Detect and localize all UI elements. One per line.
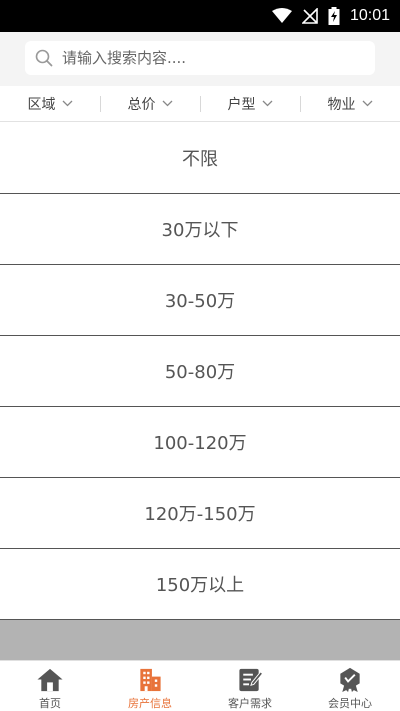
- tab-home-label: 首页: [39, 697, 61, 710]
- tab-property-info-label: 房产信息: [128, 697, 172, 710]
- home-icon: [37, 668, 63, 692]
- search-input[interactable]: [62, 49, 352, 67]
- building-icon: [140, 668, 161, 692]
- price-option-120-150[interactable]: 120万-150万: [0, 478, 400, 549]
- status-time: 10:01: [349, 7, 390, 24]
- search-area: [0, 32, 400, 86]
- chevron-down-icon: [162, 100, 172, 107]
- filter-property[interactable]: 物业: [300, 86, 400, 121]
- tab-member-center-label: 会员中心: [328, 697, 372, 710]
- tab-property-info[interactable]: 房产信息: [100, 661, 200, 711]
- tab-home[interactable]: 首页: [0, 661, 100, 711]
- price-option-over-150[interactable]: 150万以上: [0, 549, 400, 620]
- search-box[interactable]: [25, 41, 375, 75]
- filter-room-type[interactable]: 户型: [200, 86, 300, 121]
- battery-charging-icon: [328, 7, 340, 25]
- filter-property-label: 物业: [327, 96, 356, 113]
- tab-customer-needs[interactable]: 客户需求: [200, 661, 300, 711]
- filter-total-price[interactable]: 总价: [100, 86, 200, 121]
- filter-area-label: 区域: [27, 96, 56, 113]
- price-option-100-120[interactable]: 100-120万: [0, 407, 400, 478]
- wifi-icon: [271, 8, 292, 23]
- filter-total-price-label: 总价: [127, 96, 156, 113]
- price-option-30-50[interactable]: 30-50万: [0, 265, 400, 336]
- edit-note-icon: [239, 668, 264, 692]
- chevron-down-icon: [62, 100, 72, 107]
- price-option-any[interactable]: 不限: [0, 123, 400, 194]
- search-icon: [35, 49, 53, 67]
- price-option-under-30[interactable]: 30万以下: [0, 194, 400, 265]
- price-dropdown: 不限 30万以下 30-50万 50-80万 100-120万 120万-150…: [0, 123, 400, 620]
- status-icons: 10:01: [271, 5, 390, 27]
- tab-member-center[interactable]: 会员中心: [300, 661, 400, 711]
- filter-bar: 区域 总价 户型 物业: [0, 86, 400, 122]
- tab-customer-needs-label: 客户需求: [228, 697, 272, 710]
- member-badge-icon: [340, 667, 360, 693]
- status-bar: 10:01: [0, 0, 400, 32]
- bottom-tab-bar: 首页 房产信息 客户需求 会员中心: [0, 660, 400, 711]
- chevron-down-icon: [362, 100, 372, 107]
- price-option-50-80[interactable]: 50-80万: [0, 336, 400, 407]
- dropdown-backdrop[interactable]: [0, 620, 400, 660]
- filter-area[interactable]: 区域: [0, 86, 100, 121]
- filter-room-type-label: 户型: [227, 96, 256, 113]
- chevron-down-icon: [262, 100, 272, 107]
- no-signal-icon: [301, 8, 318, 24]
